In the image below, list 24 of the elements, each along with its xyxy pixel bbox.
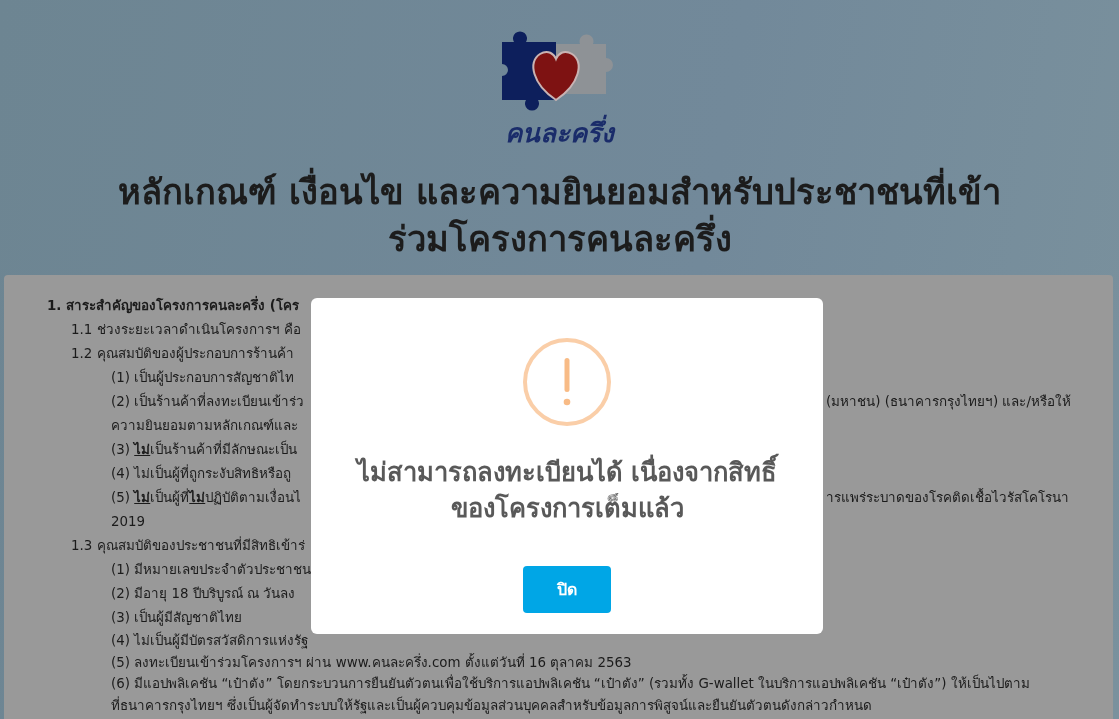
document-line: (4) ไม่เป็นผู้มีบัตรสวัสดิการแห่งรัฐ xyxy=(111,633,309,648)
document-line: 2019 xyxy=(111,514,146,529)
document-line: 1.2 คุณสมบัติของผู้ประกอบการร้านค้า xyxy=(71,346,294,361)
document-line: (4) ไม่เป็นผู้ที่ถูกระงับสิทธิหรือถู xyxy=(111,466,292,481)
warning-icon xyxy=(523,338,611,426)
document-line: (1) มีหมายเลขประจำตัวประชาชน xyxy=(111,562,312,577)
section-heading: 1. สาระสำคัญของโครงการคนละครึ่ง (โคร xyxy=(47,298,299,313)
document-line: (6) มีแอปพลิเคชัน “เป๋าตัง” โดยกระบวนการยืนยันตัวตนเพื่อใช้บริการแอปพลิเคชัน “เป๋าตัง” (รวมทั้ง G-wallet ในบริการแอปพลิเคชัน “เป๋าตัง”) ให้เป็นไปตาม xyxy=(111,676,1030,691)
document-line: (5) ไม่เป็นผู้ที่ไม่ปฏิบัติตามเงื่อนไ xyxy=(111,490,302,505)
document-line: (2) มีอายุ 18 ปีบริบูรณ์ ณ วันลง xyxy=(111,586,296,601)
document-line: (2) เป็นร้านค้าที่ลงทะเบียนเข้าร่ว xyxy=(111,394,305,409)
close-button[interactable]: ปิด xyxy=(523,566,611,613)
document-line: 1.3 คุณสมบัติของประชาชนที่มีสิทธิเข้าร่ xyxy=(71,538,305,553)
document-line: ที่ธนาคารกรุงไทยฯ ซึ่งเป็นผู้จัดทำระบบให้รัฐและเป็นผู้ควบคุมข้อมูลส่วนบุคคลสำหรับข้อมูลการพิสูจน์และยืนยันตัวตนดังกล่าวกำหนด xyxy=(111,697,873,713)
document-line: (3) เป็นผู้มีสัญชาติไทย xyxy=(111,610,243,625)
document-line: (มหาชน) (ธนาคารกรุงไทยฯ) และ/หรือให้ xyxy=(826,394,1071,409)
document-line: (3) ไม่เป็นร้านค้าที่มีลักษณะเป็น xyxy=(111,442,298,457)
page-title: หลักเกณฑ์ เงื่อนไข และความยินยอมสำหรับประชาชนที่เข้าร่วมโครงการคนละครึ่ง xyxy=(89,169,1030,263)
document-line: ความยินยอมตามหลักเกณฑ์และ xyxy=(111,418,298,433)
dialog-message: ไม่สามารถลงทะเบียนได้ เนื่องจากสิทธิ์ของโครงการเต็มแล้ว xyxy=(339,454,795,526)
document-line: 1.1 ช่วงระยะเวลาดำเนินโครงการฯ คือ xyxy=(71,322,301,337)
document-line: ารแพร่ระบาดของโรคติดเชื้อไวรัสโคโรนา xyxy=(826,490,1069,505)
document-line: (5) ลงทะเบียนเข้าร่วมโครงการฯ ผ่าน www.คนละครึ่ง.com ตั้งแต่วันที่ 16 ตุลาคม 2563 xyxy=(111,654,632,670)
document-line: (1) เป็นผู้ประกอบการสัญชาติไท xyxy=(111,370,295,385)
